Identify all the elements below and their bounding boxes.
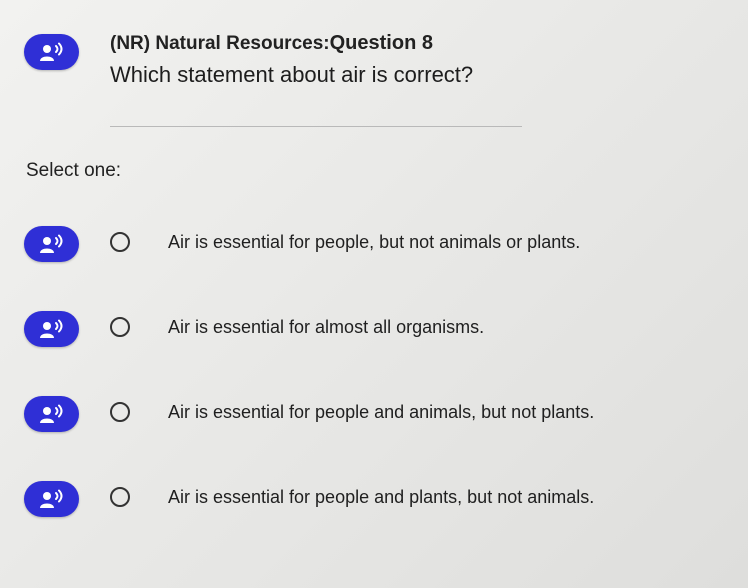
option-radio[interactable] [110, 402, 130, 422]
option-radio[interactable] [110, 232, 130, 252]
option-audio-button[interactable] [24, 311, 79, 347]
option-text[interactable]: Air is essential for almost all organism… [168, 317, 484, 338]
option-audio-button[interactable] [24, 226, 79, 262]
speaker-person-icon [39, 404, 65, 424]
option-text[interactable]: Air is essential for people and plants, … [168, 487, 594, 508]
speaker-person-icon [39, 234, 65, 254]
option-radio[interactable] [110, 317, 130, 337]
answer-option[interactable]: Air is essential for almost all organism… [0, 307, 748, 351]
question-category: (NR) Natural Resources: [110, 33, 330, 54]
option-text[interactable]: Air is essential for people and animals,… [168, 402, 594, 423]
answer-option[interactable]: Air is essential for people and plants, … [0, 477, 748, 521]
divider [110, 126, 522, 127]
speaker-person-icon [39, 489, 65, 509]
question-header: (NR) Natural Resources:Question 8 Which … [110, 32, 473, 88]
option-audio-button[interactable] [24, 481, 79, 517]
question-audio-button[interactable] [24, 34, 79, 70]
question-title: (NR) Natural Resources:Question 8 [110, 32, 473, 55]
option-text[interactable]: Air is essential for people, but not ani… [168, 232, 580, 253]
question-number: Question 8 [329, 32, 433, 54]
select-one-label: Select one: [26, 160, 122, 181]
answer-option[interactable]: Air is essential for people and animals,… [0, 392, 748, 436]
question-text: Which statement about air is correct? [110, 62, 474, 87]
speaker-person-icon [39, 42, 65, 62]
speaker-person-icon [39, 319, 65, 339]
option-radio[interactable] [110, 487, 130, 507]
option-audio-button[interactable] [24, 396, 79, 432]
answer-option[interactable]: Air is essential for people, but not ani… [0, 222, 748, 266]
